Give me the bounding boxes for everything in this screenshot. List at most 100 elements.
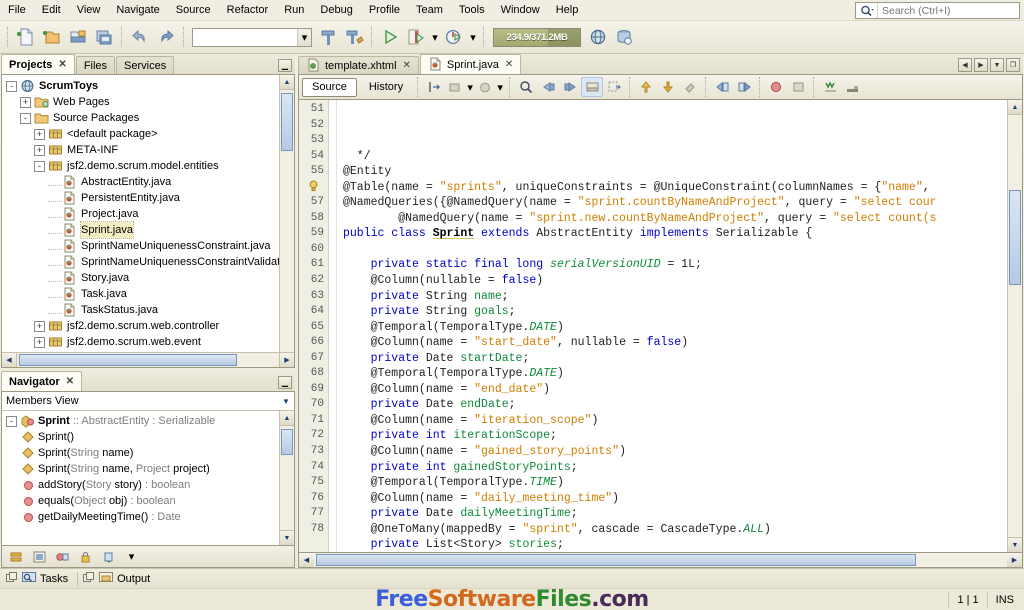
scroll-thumb[interactable] — [316, 554, 916, 566]
tree-node[interactable]: -Source Packages — [6, 110, 294, 126]
bottom-window-output[interactable]: Output — [81, 570, 156, 587]
scroll-up-arrow[interactable]: ▲ — [280, 75, 294, 90]
new-project-button[interactable] — [39, 24, 65, 50]
code-line[interactable]: */ — [343, 149, 1022, 165]
menu-item-edit[interactable]: Edit — [34, 2, 69, 18]
chevron-down-icon[interactable]: ▾ — [465, 77, 475, 97]
collapse-toggle[interactable]: - — [6, 81, 17, 92]
scroll-up-arrow[interactable]: ▲ — [280, 411, 294, 426]
back-history-icon[interactable] — [445, 77, 465, 97]
menu-item-file[interactable]: File — [0, 2, 34, 18]
inspect-members-icon[interactable] — [819, 77, 841, 97]
menu-item-help[interactable]: Help — [548, 2, 587, 18]
debug-dropdown-arrow[interactable]: ▾ — [429, 24, 441, 50]
collapse-toggle[interactable]: - — [20, 113, 31, 124]
menu-item-refactor[interactable]: Refactor — [219, 2, 277, 18]
dock-icon[interactable] — [6, 572, 18, 586]
expand-toggle[interactable]: + — [34, 337, 45, 348]
shift-right-icon[interactable] — [733, 77, 755, 97]
project-config-select[interactable]: ▾ — [192, 28, 312, 47]
tab-list-button[interactable]: ▼ — [990, 58, 1004, 72]
tree-node[interactable]: PersistentEntity.java — [6, 190, 294, 206]
code-editor[interactable]: 5152535455575859606162636465666768697071… — [298, 99, 1023, 553]
code-line[interactable]: @Temporal(TemporalType.TIME) — [343, 475, 1022, 491]
collapse-toggle[interactable]: - — [34, 161, 45, 172]
new-file-button[interactable] — [13, 24, 39, 50]
deploy-icon[interactable] — [611, 24, 637, 50]
scroll-thumb[interactable] — [281, 93, 293, 151]
previous-tab-button[interactable]: ◀ — [958, 58, 972, 72]
chevron-down-icon[interactable]: ▾ — [495, 77, 505, 97]
navigator-view-select[interactable]: Members View ▼ — [2, 392, 294, 411]
toggle-breakpoint-icon[interactable] — [765, 77, 787, 97]
forward-history-icon[interactable] — [475, 77, 495, 97]
tree-node-label[interactable]: jsf2.demo.scrum.web.event — [67, 334, 201, 350]
tree-node-label[interactable]: PersistentEntity.java — [81, 190, 180, 206]
redo-button[interactable] — [153, 24, 179, 50]
expand-toggle[interactable]: + — [34, 321, 45, 332]
menu-item-view[interactable]: View — [69, 2, 109, 18]
tree-node-label[interactable]: META-INF — [67, 142, 118, 158]
tree-node-label[interactable]: TaskStatus.java — [81, 302, 158, 318]
previous-bookmark-icon[interactable] — [537, 77, 559, 97]
hint-bulb-icon[interactable] — [299, 180, 328, 196]
filter-static-icon[interactable] — [98, 547, 119, 566]
code-line[interactable]: private Date endDate; — [343, 397, 1022, 413]
code-line[interactable]: @OneToMany(mappedBy = "sprint", cascade … — [343, 522, 1022, 538]
bottom-window-tasks[interactable]: Tasks — [4, 570, 74, 587]
tree-node-label[interactable]: SprintNameUniquenessConstraint.java — [81, 238, 271, 254]
code-line[interactable]: private String name; — [343, 289, 1022, 305]
code-line[interactable]: private static final long serialVersionU… — [343, 257, 1022, 273]
find-selection-icon[interactable] — [515, 77, 537, 97]
tree-node[interactable]: + jsf2.demo.scrum.web.controller — [6, 318, 294, 334]
code-line[interactable]: private int iterationScope; — [343, 428, 1022, 444]
tree-node[interactable]: SprintNameUniquenessConstraint.java — [6, 238, 294, 254]
tree-node-label[interactable]: jsf2.demo.scrum.web.controller — [67, 318, 219, 334]
menu-item-source[interactable]: Source — [168, 2, 219, 18]
code-line[interactable]: @Temporal(TemporalType.DATE) — [343, 320, 1022, 336]
scroll-right-arrow[interactable]: ▶ — [279, 353, 294, 367]
navigator-member[interactable]: Sprint(String name) — [6, 445, 294, 461]
memory-gauge[interactable]: 234.9/371.2MB — [493, 28, 581, 47]
tree-node[interactable]: Project.java — [6, 206, 294, 222]
last-edit-position-icon[interactable] — [423, 77, 445, 97]
code-line[interactable]: private String goals; — [343, 304, 1022, 320]
undo-button[interactable] — [127, 24, 153, 50]
navigator-vertical-scrollbar[interactable]: ▲ ▼ — [279, 411, 294, 545]
tree-node[interactable]: +META-INF — [6, 142, 294, 158]
globe-icon[interactable] — [585, 24, 611, 50]
maximize-editor-button[interactable]: ❐ — [1006, 58, 1020, 72]
editor-horizontal-scrollbar[interactable]: ◀ ▶ — [298, 553, 1023, 568]
projects-horizontal-scrollbar[interactable]: ◀ ▶ — [2, 352, 294, 367]
minimize-window-button[interactable]: ▁ — [278, 59, 292, 72]
editor-tab-sprint-java[interactable]: Sprint.java✕ — [420, 54, 521, 74]
navigator-tree[interactable]: -Sprint :: AbstractEntity : Serializable… — [2, 411, 294, 525]
scroll-track[interactable] — [314, 553, 1007, 567]
tree-node[interactable]: SprintNameUniquenessConstraintValidat — [6, 254, 294, 270]
scroll-left-arrow[interactable]: ◀ — [299, 553, 314, 567]
tree-node[interactable]: Sprint.java — [6, 222, 294, 238]
navigator-member[interactable]: Sprint() — [6, 429, 294, 445]
navigator-member[interactable]: equals(Object obj) : boolean — [6, 493, 294, 509]
tree-node-label[interactable]: <default package> — [67, 126, 158, 142]
stop-icon[interactable] — [787, 77, 809, 97]
tree-node-label[interactable]: Task.java — [81, 286, 127, 302]
editor-view-history-button[interactable]: History — [359, 78, 413, 97]
tree-node[interactable]: TaskStatus.java — [6, 302, 294, 318]
tree-node[interactable]: AbstractEntity.java — [6, 174, 294, 190]
tab-services[interactable]: Services — [116, 56, 174, 74]
close-icon[interactable]: ✕ — [403, 60, 411, 71]
code-line[interactable]: @Column(nullable = false) — [343, 273, 1022, 289]
code-line[interactable]: @Temporal(TemporalType.DATE) — [343, 366, 1022, 382]
source-code[interactable]: */@Entity@Table(name = "sprints", unique… — [337, 100, 1022, 552]
tree-node[interactable]: Task.java — [6, 286, 294, 302]
debug-project-button[interactable] — [403, 24, 429, 50]
menu-item-profile[interactable]: Profile — [361, 2, 408, 18]
open-project-button[interactable] — [65, 24, 91, 50]
close-icon[interactable]: ✕ — [505, 59, 513, 70]
next-tab-button[interactable]: ▶ — [974, 58, 988, 72]
search-box[interactable] — [855, 2, 1020, 19]
code-line[interactable]: @Column(name = "daily_meeting_time") — [343, 491, 1022, 507]
menu-item-debug[interactable]: Debug — [312, 2, 360, 18]
close-icon[interactable]: ✕ — [66, 376, 74, 387]
